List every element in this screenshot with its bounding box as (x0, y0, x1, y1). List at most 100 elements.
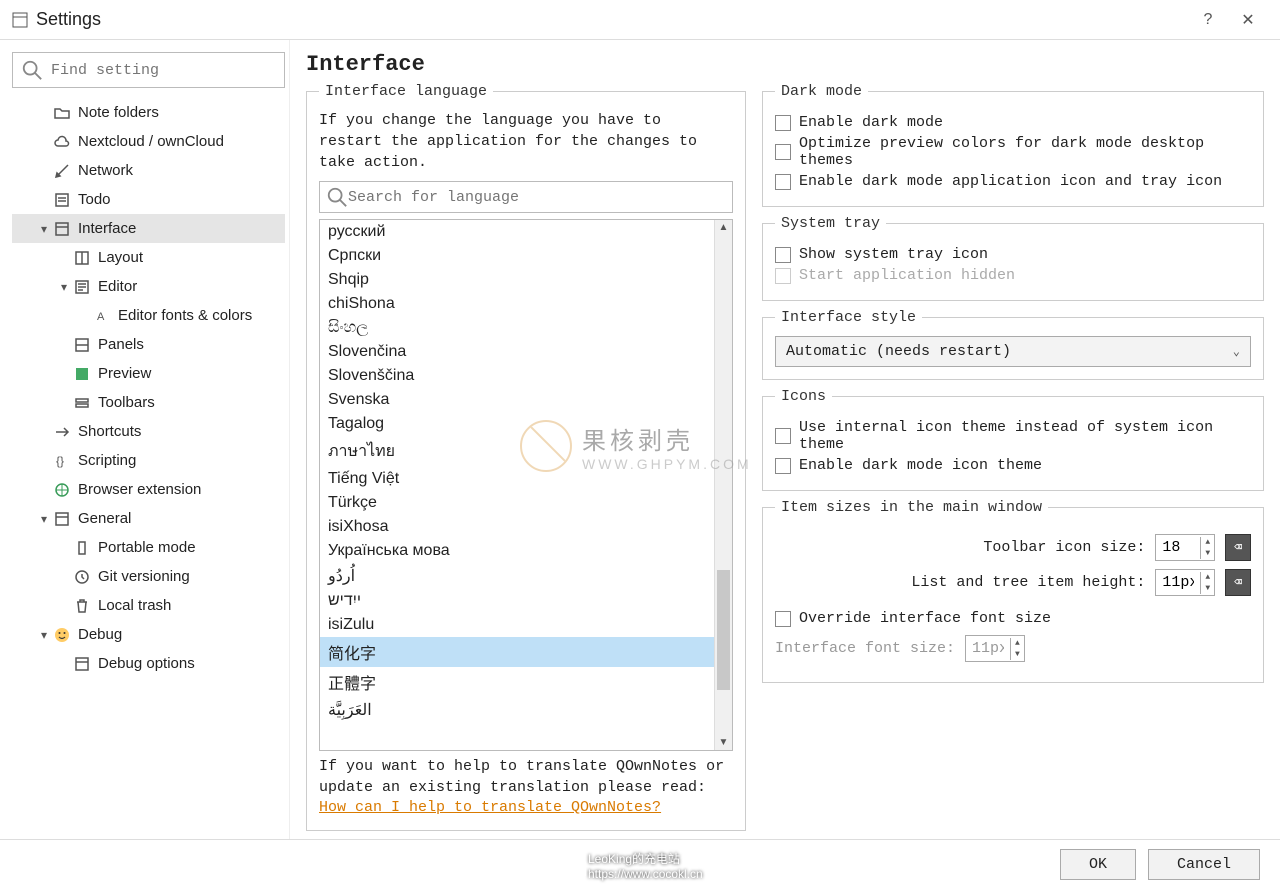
tree-item-git-versioning[interactable]: Git versioning (12, 562, 285, 591)
dark-mode-icon-checkbox[interactable]: Enable dark mode application icon and tr… (775, 173, 1251, 190)
tree-item-label: Debug options (98, 655, 195, 672)
language-search-input[interactable] (348, 189, 726, 206)
cancel-button[interactable]: Cancel (1148, 849, 1260, 880)
tree-item-local-trash[interactable]: Local trash (12, 591, 285, 620)
tree-item-panels[interactable]: Panels (12, 330, 285, 359)
tree-item-todo[interactable]: Todo (12, 185, 285, 214)
ok-button[interactable]: OK (1060, 849, 1136, 880)
optimize-preview-colors-checkbox[interactable]: Optimize preview colors for dark mode de… (775, 135, 1251, 169)
tree-item-browser-extension[interactable]: Browser extension (12, 475, 285, 504)
language-item[interactable]: 正體字 (320, 667, 714, 697)
tree-item-preview[interactable]: Preview (12, 359, 285, 388)
enable-dark-mode-checkbox[interactable]: Enable dark mode (775, 114, 1251, 131)
tree-item-general[interactable]: ▾General (12, 504, 285, 533)
language-item[interactable]: العَرَبِيَّة (320, 697, 714, 723)
language-item[interactable]: සිංහල (320, 316, 714, 340)
find-setting-input[interactable] (51, 62, 276, 79)
scroll-down-icon[interactable]: ▼ (715, 737, 732, 748)
tree-item-label: Debug (78, 626, 122, 643)
window-icon (52, 511, 72, 527)
tree-item-scripting[interactable]: {}Scripting (12, 446, 285, 475)
layout-icon (72, 250, 92, 266)
chevron-down-icon[interactable]: ▾ (56, 280, 72, 294)
toolbar-icon-size-input[interactable] (1156, 535, 1200, 560)
toolbar-size-reset-button[interactable]: ⌫ (1225, 534, 1251, 561)
language-item[interactable]: Türkçe (320, 491, 714, 515)
svg-text:A: A (97, 311, 105, 323)
language-item[interactable]: Tiếng Việt (320, 467, 714, 491)
spin-up-icon[interactable]: ▲ (1201, 572, 1214, 583)
list-height-reset-button[interactable]: ⌫ (1225, 569, 1251, 596)
language-item[interactable]: ייִדיש (320, 589, 714, 613)
page-title: Interface (306, 52, 1264, 77)
language-item[interactable]: isiXhosa (320, 515, 714, 539)
chevron-down-icon[interactable]: ▾ (36, 512, 52, 526)
settings-tree[interactable]: Note foldersNextcloud / ownCloudNetworkT… (12, 98, 285, 678)
close-button[interactable]: ✕ (1228, 10, 1268, 30)
list-item-height-spin[interactable]: ▲▼ (1155, 569, 1215, 596)
tree-item-network[interactable]: Network (12, 156, 285, 185)
tree-item-label: Preview (98, 365, 151, 382)
interface-style-dropdown[interactable]: Automatic (needs restart) ⌄ (775, 336, 1251, 367)
icons-group: Icons Use internal icon theme instead of… (762, 388, 1264, 491)
spin-down-icon[interactable]: ▼ (1201, 583, 1214, 594)
find-setting-search[interactable] (12, 52, 285, 88)
language-item[interactable]: chiShona (320, 292, 714, 316)
language-item[interactable]: isiZulu (320, 613, 714, 637)
scroll-up-icon[interactable]: ▲ (715, 222, 732, 233)
tree-item-label: Shortcuts (78, 423, 141, 440)
language-item[interactable]: اُردُو (320, 563, 714, 589)
start-hidden-checkbox: Start application hidden (775, 267, 1251, 284)
tree-item-nextcloud-owncloud[interactable]: Nextcloud / ownCloud (12, 127, 285, 156)
app-icon (12, 12, 28, 28)
tree-item-interface[interactable]: ▾Interface (12, 214, 285, 243)
language-item[interactable]: 简化字 (320, 637, 714, 667)
language-item[interactable]: ภาษาไทย (320, 436, 714, 467)
tree-item-layout[interactable]: Layout (12, 243, 285, 272)
panels-icon (72, 337, 92, 353)
item-sizes-group: Item sizes in the main window Toolbar ic… (762, 499, 1264, 683)
tree-item-label: Panels (98, 336, 144, 353)
tree-item-debug[interactable]: ▾ Debug (12, 620, 285, 649)
chevron-down-icon[interactable]: ▾ (36, 628, 52, 642)
language-item[interactable]: русский (320, 220, 714, 244)
spin-down-icon[interactable]: ▼ (1201, 548, 1214, 559)
search-icon (21, 59, 43, 81)
toolbar-icon-size-spin[interactable]: ▲▼ (1155, 534, 1215, 561)
tree-item-portable-mode[interactable]: Portable mode (12, 533, 285, 562)
tree-item-label: Toolbars (98, 394, 155, 411)
language-item[interactable]: Українська мова (320, 539, 714, 563)
language-search[interactable] (319, 181, 733, 213)
tree-item-label: Portable mode (98, 539, 196, 556)
cloud-icon (52, 134, 72, 150)
chevron-down-icon[interactable]: ▾ (36, 222, 52, 236)
language-list[interactable]: русскийСрпскиShqipchiShonaසිංහලSlovenčin… (320, 220, 714, 750)
list-item-height-input[interactable] (1156, 570, 1200, 595)
show-tray-icon-checkbox[interactable]: Show system tray icon (775, 246, 1251, 263)
tree-item-editor[interactable]: ▾Editor (12, 272, 285, 301)
language-item[interactable]: Shqip (320, 268, 714, 292)
language-item[interactable]: Slovenčina (320, 340, 714, 364)
tree-item-shortcuts[interactable]: Shortcuts (12, 417, 285, 446)
shortcuts-icon (52, 424, 72, 440)
help-button[interactable]: ? (1188, 11, 1228, 29)
dark-mode-icon-theme-checkbox[interactable]: Enable dark mode icon theme (775, 457, 1251, 474)
tree-item-toolbars[interactable]: Toolbars (12, 388, 285, 417)
scrollbar-thumb[interactable] (717, 570, 730, 690)
override-font-size-checkbox[interactable]: Override interface font size (775, 610, 1251, 627)
trash-icon (72, 598, 92, 614)
language-scrollbar[interactable]: ▲ ▼ (714, 220, 732, 750)
spin-up-icon[interactable]: ▲ (1201, 537, 1214, 548)
language-item[interactable]: Српски (320, 244, 714, 268)
tree-item-note-folders[interactable]: Note folders (12, 98, 285, 127)
language-item[interactable]: Svenska (320, 388, 714, 412)
tree-item-editor-fonts-colors[interactable]: AEditor fonts & colors (12, 301, 285, 330)
dialog-footer: OK Cancel (0, 839, 1280, 889)
network-icon (52, 163, 72, 179)
tree-item-debug-options[interactable]: Debug options (12, 649, 285, 678)
language-item[interactable]: Slovenščina (320, 364, 714, 388)
interface-font-size-spin: ▲▼ (965, 635, 1025, 662)
translate-help-link[interactable]: How can I help to translate QOwnNotes? (319, 799, 661, 816)
internal-icon-theme-checkbox[interactable]: Use internal icon theme instead of syste… (775, 419, 1251, 453)
language-item[interactable]: Tagalog (320, 412, 714, 436)
